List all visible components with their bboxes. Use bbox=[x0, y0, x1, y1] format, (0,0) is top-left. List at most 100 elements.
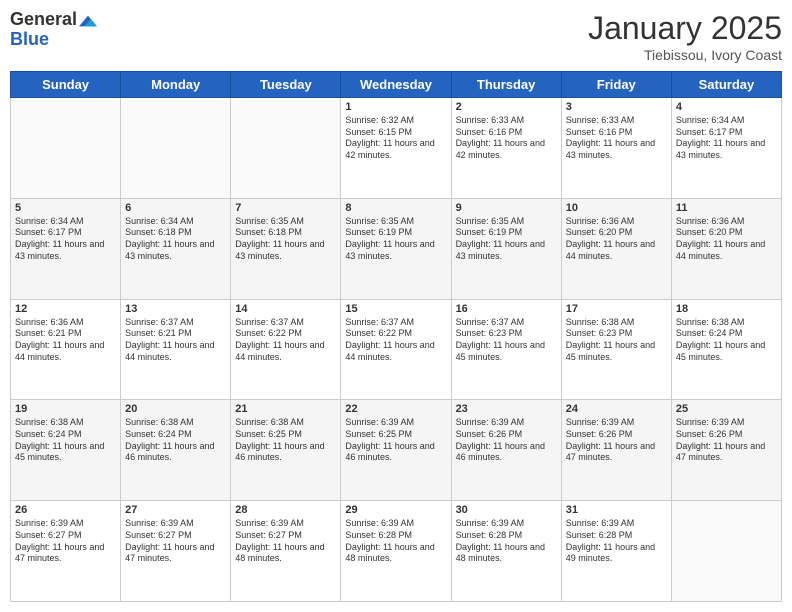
day-info: Sunset: 6:24 PM bbox=[125, 429, 226, 441]
day-info: Sunrise: 6:33 AM bbox=[456, 115, 557, 127]
day-info: Sunrise: 6:39 AM bbox=[125, 518, 226, 530]
day-info: Daylight: 11 hours and 48 minutes. bbox=[235, 542, 336, 565]
calendar-cell: 12Sunrise: 6:36 AMSunset: 6:21 PMDayligh… bbox=[11, 299, 121, 400]
day-number: 31 bbox=[566, 504, 667, 516]
day-number: 24 bbox=[566, 403, 667, 415]
day-number: 2 bbox=[456, 101, 557, 113]
day-info: Daylight: 11 hours and 44 minutes. bbox=[676, 239, 777, 262]
day-number: 25 bbox=[676, 403, 777, 415]
day-info: Sunset: 6:27 PM bbox=[15, 530, 116, 542]
day-info: Daylight: 11 hours and 45 minutes. bbox=[676, 340, 777, 363]
day-info: Daylight: 11 hours and 45 minutes. bbox=[456, 340, 557, 363]
day-info: Daylight: 11 hours and 42 minutes. bbox=[345, 138, 446, 161]
calendar-cell: 20Sunrise: 6:38 AMSunset: 6:24 PMDayligh… bbox=[121, 400, 231, 501]
day-header-sunday: Sunday bbox=[11, 72, 121, 98]
week-row-3: 12Sunrise: 6:36 AMSunset: 6:21 PMDayligh… bbox=[11, 299, 782, 400]
day-info: Sunrise: 6:39 AM bbox=[345, 417, 446, 429]
logo-icon bbox=[79, 12, 97, 30]
day-info: Sunset: 6:23 PM bbox=[566, 328, 667, 340]
day-info: Sunrise: 6:36 AM bbox=[676, 216, 777, 228]
day-info: Sunrise: 6:36 AM bbox=[566, 216, 667, 228]
day-info: Sunset: 6:17 PM bbox=[15, 227, 116, 239]
day-number: 27 bbox=[125, 504, 226, 516]
day-number: 10 bbox=[566, 202, 667, 214]
day-info: Daylight: 11 hours and 48 minutes. bbox=[456, 542, 557, 565]
location-title: Tiebissou, Ivory Coast bbox=[588, 47, 782, 63]
day-number: 18 bbox=[676, 303, 777, 315]
day-number: 14 bbox=[235, 303, 336, 315]
day-info: Daylight: 11 hours and 46 minutes. bbox=[235, 441, 336, 464]
day-info: Sunset: 6:19 PM bbox=[456, 227, 557, 239]
day-number: 7 bbox=[235, 202, 336, 214]
day-info: Sunrise: 6:34 AM bbox=[15, 216, 116, 228]
calendar-cell: 3Sunrise: 6:33 AMSunset: 6:16 PMDaylight… bbox=[561, 98, 671, 199]
days-header-row: SundayMondayTuesdayWednesdayThursdayFrid… bbox=[11, 72, 782, 98]
day-info: Daylight: 11 hours and 46 minutes. bbox=[345, 441, 446, 464]
day-info: Sunset: 6:24 PM bbox=[15, 429, 116, 441]
day-info: Sunrise: 6:32 AM bbox=[345, 115, 446, 127]
day-info: Sunset: 6:26 PM bbox=[456, 429, 557, 441]
day-info: Daylight: 11 hours and 44 minutes. bbox=[125, 340, 226, 363]
calendar-cell: 16Sunrise: 6:37 AMSunset: 6:23 PMDayligh… bbox=[451, 299, 561, 400]
day-info: Sunrise: 6:39 AM bbox=[456, 518, 557, 530]
day-info: Sunset: 6:20 PM bbox=[566, 227, 667, 239]
day-info: Sunrise: 6:39 AM bbox=[676, 417, 777, 429]
calendar-cell: 27Sunrise: 6:39 AMSunset: 6:27 PMDayligh… bbox=[121, 501, 231, 602]
title-block: January 2025 Tiebissou, Ivory Coast bbox=[588, 10, 782, 63]
day-info: Daylight: 11 hours and 46 minutes. bbox=[456, 441, 557, 464]
day-number: 8 bbox=[345, 202, 446, 214]
day-number: 4 bbox=[676, 101, 777, 113]
day-info: Daylight: 11 hours and 47 minutes. bbox=[125, 542, 226, 565]
day-info: Sunrise: 6:33 AM bbox=[566, 115, 667, 127]
day-number: 22 bbox=[345, 403, 446, 415]
day-info: Sunset: 6:24 PM bbox=[676, 328, 777, 340]
day-info: Daylight: 11 hours and 42 minutes. bbox=[456, 138, 557, 161]
day-info: Daylight: 11 hours and 43 minutes. bbox=[15, 239, 116, 262]
day-info: Sunset: 6:18 PM bbox=[235, 227, 336, 239]
day-info: Sunset: 6:16 PM bbox=[456, 127, 557, 139]
day-number: 3 bbox=[566, 101, 667, 113]
day-info: Sunset: 6:26 PM bbox=[676, 429, 777, 441]
day-info: Daylight: 11 hours and 47 minutes. bbox=[15, 542, 116, 565]
month-title: January 2025 bbox=[588, 10, 782, 47]
day-info: Sunrise: 6:39 AM bbox=[566, 518, 667, 530]
logo-general-text: General bbox=[10, 10, 77, 30]
calendar-cell: 15Sunrise: 6:37 AMSunset: 6:22 PMDayligh… bbox=[341, 299, 451, 400]
calendar-cell bbox=[11, 98, 121, 199]
calendar-cell: 1Sunrise: 6:32 AMSunset: 6:15 PMDaylight… bbox=[341, 98, 451, 199]
day-info: Sunset: 6:17 PM bbox=[676, 127, 777, 139]
calendar-cell: 14Sunrise: 6:37 AMSunset: 6:22 PMDayligh… bbox=[231, 299, 341, 400]
calendar-cell: 9Sunrise: 6:35 AMSunset: 6:19 PMDaylight… bbox=[451, 198, 561, 299]
calendar-cell bbox=[121, 98, 231, 199]
day-info: Sunrise: 6:38 AM bbox=[566, 317, 667, 329]
day-number: 20 bbox=[125, 403, 226, 415]
day-info: Sunrise: 6:37 AM bbox=[235, 317, 336, 329]
day-info: Sunset: 6:25 PM bbox=[345, 429, 446, 441]
day-number: 5 bbox=[15, 202, 116, 214]
day-info: Sunset: 6:28 PM bbox=[456, 530, 557, 542]
day-number: 12 bbox=[15, 303, 116, 315]
day-number: 16 bbox=[456, 303, 557, 315]
day-number: 1 bbox=[345, 101, 446, 113]
logo-blue-text: Blue bbox=[10, 30, 77, 50]
day-info: Sunrise: 6:39 AM bbox=[235, 518, 336, 530]
day-info: Sunset: 6:22 PM bbox=[235, 328, 336, 340]
day-info: Daylight: 11 hours and 43 minutes. bbox=[125, 239, 226, 262]
calendar-cell: 17Sunrise: 6:38 AMSunset: 6:23 PMDayligh… bbox=[561, 299, 671, 400]
day-info: Sunrise: 6:35 AM bbox=[345, 216, 446, 228]
day-info: Daylight: 11 hours and 43 minutes. bbox=[676, 138, 777, 161]
calendar-cell: 6Sunrise: 6:34 AMSunset: 6:18 PMDaylight… bbox=[121, 198, 231, 299]
day-info: Daylight: 11 hours and 43 minutes. bbox=[456, 239, 557, 262]
day-number: 6 bbox=[125, 202, 226, 214]
day-info: Sunset: 6:18 PM bbox=[125, 227, 226, 239]
day-number: 29 bbox=[345, 504, 446, 516]
header: General Blue January 2025 Tiebissou, Ivo… bbox=[10, 10, 782, 63]
day-number: 28 bbox=[235, 504, 336, 516]
calendar-cell: 10Sunrise: 6:36 AMSunset: 6:20 PMDayligh… bbox=[561, 198, 671, 299]
day-info: Sunset: 6:28 PM bbox=[345, 530, 446, 542]
calendar-cell: 21Sunrise: 6:38 AMSunset: 6:25 PMDayligh… bbox=[231, 400, 341, 501]
day-info: Sunset: 6:25 PM bbox=[235, 429, 336, 441]
day-info: Sunset: 6:21 PM bbox=[15, 328, 116, 340]
day-info: Daylight: 11 hours and 44 minutes. bbox=[345, 340, 446, 363]
calendar-cell: 30Sunrise: 6:39 AMSunset: 6:28 PMDayligh… bbox=[451, 501, 561, 602]
